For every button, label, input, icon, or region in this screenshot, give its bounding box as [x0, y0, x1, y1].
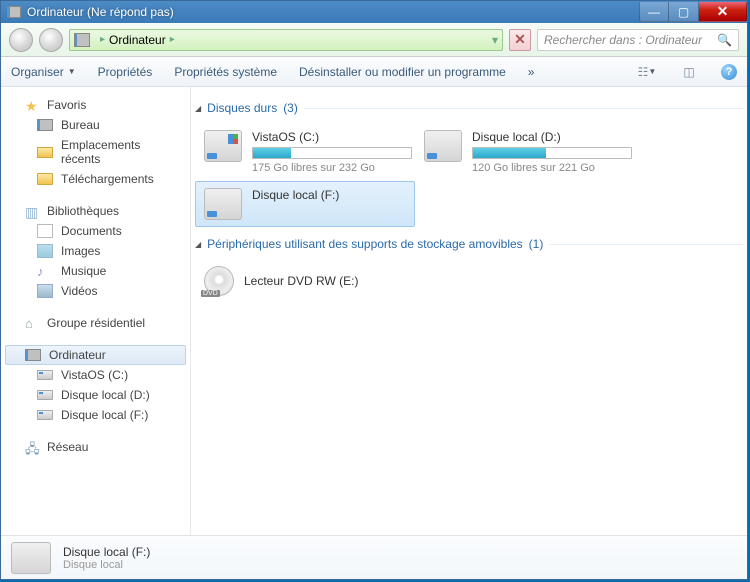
drive-f[interactable]: Disque local (F:)	[195, 181, 415, 227]
body: ★Favoris Bureau Emplacements récents Tél…	[1, 87, 747, 535]
properties-button[interactable]: Propriétés	[98, 65, 153, 79]
status-name: Disque local (F:)	[63, 545, 150, 559]
capacity-bar	[252, 147, 412, 159]
computer-icon	[7, 6, 21, 18]
sidebar-item-videos[interactable]: Vidéos	[5, 281, 186, 301]
drive-icon	[37, 370, 53, 380]
drive-d[interactable]: Disque local (D:) 120 Go libres sur 221 …	[415, 123, 635, 181]
chevron-right-icon[interactable]: ▸	[100, 34, 105, 45]
folder-icon	[37, 173, 53, 185]
hdd-icon	[11, 542, 51, 574]
homegroup-icon: ⌂	[25, 316, 41, 330]
close-button[interactable]: ✕	[699, 2, 747, 22]
group-removable[interactable]: ◢ Périphériques utilisant des supports d…	[195, 237, 743, 251]
forward-button[interactable]	[39, 28, 63, 52]
sidebar-item-drive-d[interactable]: Disque local (D:)	[5, 385, 186, 405]
search-icon: 🔍	[717, 33, 732, 47]
breadcrumb-item[interactable]: Ordinateur	[109, 33, 166, 47]
nav-bar: ▸ Ordinateur ▸ ▾ ✕ Rechercher dans : Ord…	[1, 23, 747, 57]
window-title: Ordinateur (Ne répond pas)	[27, 5, 639, 19]
titlebar[interactable]: Ordinateur (Ne répond pas) — ▢ ✕	[1, 1, 747, 23]
search-input[interactable]: Rechercher dans : Ordinateur 🔍	[537, 29, 739, 51]
sidebar-item-music[interactable]: ♪Musique	[5, 261, 186, 281]
dvd-icon	[204, 266, 234, 296]
image-icon	[37, 244, 53, 258]
search-placeholder: Rechercher dans : Ordinateur	[544, 33, 702, 47]
main-pane[interactable]: ◢ Disques durs (3) VistaOS (C:) 175 Go l…	[191, 87, 747, 535]
drive-c[interactable]: VistaOS (C:) 175 Go libres sur 232 Go	[195, 123, 415, 181]
refresh-button[interactable]: ✕	[509, 29, 531, 51]
toolbar: Organiser▼ Propriétés Propriétés système…	[1, 57, 747, 87]
libraries-icon: ▥	[25, 204, 41, 218]
star-icon: ★	[25, 98, 41, 112]
dropdown-icon[interactable]: ▾	[492, 33, 498, 47]
explorer-window: Ordinateur (Ne répond pas) — ▢ ✕ ▸ Ordin…	[0, 0, 748, 580]
computer-group[interactable]: Ordinateur	[5, 345, 186, 365]
help-button[interactable]: ?	[721, 64, 737, 80]
network-group[interactable]: 🖧Réseau	[5, 437, 186, 457]
window-buttons: — ▢ ✕	[639, 2, 747, 22]
capacity-bar	[472, 147, 632, 159]
group-hard-drives[interactable]: ◢ Disques durs (3)	[195, 101, 743, 115]
hdd-icon	[424, 130, 462, 162]
organize-menu[interactable]: Organiser▼	[11, 65, 76, 79]
drive-icon	[37, 410, 53, 420]
minimize-button[interactable]: —	[639, 2, 669, 22]
music-icon: ♪	[37, 264, 53, 278]
sidebar-item-recent[interactable]: Emplacements récents	[5, 135, 186, 169]
maximize-button[interactable]: ▢	[669, 2, 699, 22]
desktop-icon	[37, 119, 53, 131]
video-icon	[37, 284, 53, 298]
details-pane: Disque local (F:) Disque local	[1, 535, 747, 579]
sidebar-item-desktop[interactable]: Bureau	[5, 115, 186, 135]
libraries-group[interactable]: ▥Bibliothèques	[5, 201, 186, 221]
sidebar-item-pictures[interactable]: Images	[5, 241, 186, 261]
favorites-group[interactable]: ★Favoris	[5, 95, 186, 115]
preview-pane-button[interactable]: ◫	[679, 64, 699, 80]
hdd-icon	[204, 188, 242, 220]
computer-icon	[25, 349, 41, 361]
uninstall-button[interactable]: Désinstaller ou modifier un programme	[299, 65, 506, 79]
sidebar-item-downloads[interactable]: Téléchargements	[5, 169, 186, 189]
collapse-icon[interactable]: ◢	[195, 104, 201, 113]
more-button[interactable]: »	[528, 65, 535, 79]
homegroup[interactable]: ⌂Groupe résidentiel	[5, 313, 186, 333]
recent-icon	[37, 147, 53, 158]
navigation-pane: ★Favoris Bureau Emplacements récents Tél…	[1, 87, 191, 535]
status-type: Disque local	[63, 559, 150, 571]
sidebar-item-drive-f[interactable]: Disque local (F:)	[5, 405, 186, 425]
address-bar[interactable]: ▸ Ordinateur ▸ ▾	[69, 29, 503, 51]
hdd-icon	[204, 130, 242, 162]
document-icon	[37, 224, 53, 238]
view-options-button[interactable]: ☷▼	[637, 64, 657, 80]
drive-icon	[37, 390, 53, 400]
collapse-icon[interactable]: ◢	[195, 240, 201, 249]
drive-dvd[interactable]: Lecteur DVD RW (E:)	[195, 259, 415, 303]
chevron-down-icon: ▼	[68, 67, 76, 76]
computer-icon	[74, 33, 90, 47]
chevron-right-icon[interactable]: ▸	[170, 34, 175, 45]
sidebar-item-drive-c[interactable]: VistaOS (C:)	[5, 365, 186, 385]
system-properties-button[interactable]: Propriétés système	[174, 65, 277, 79]
back-button[interactable]	[9, 28, 33, 52]
sidebar-item-documents[interactable]: Documents	[5, 221, 186, 241]
network-icon: 🖧	[25, 440, 41, 454]
